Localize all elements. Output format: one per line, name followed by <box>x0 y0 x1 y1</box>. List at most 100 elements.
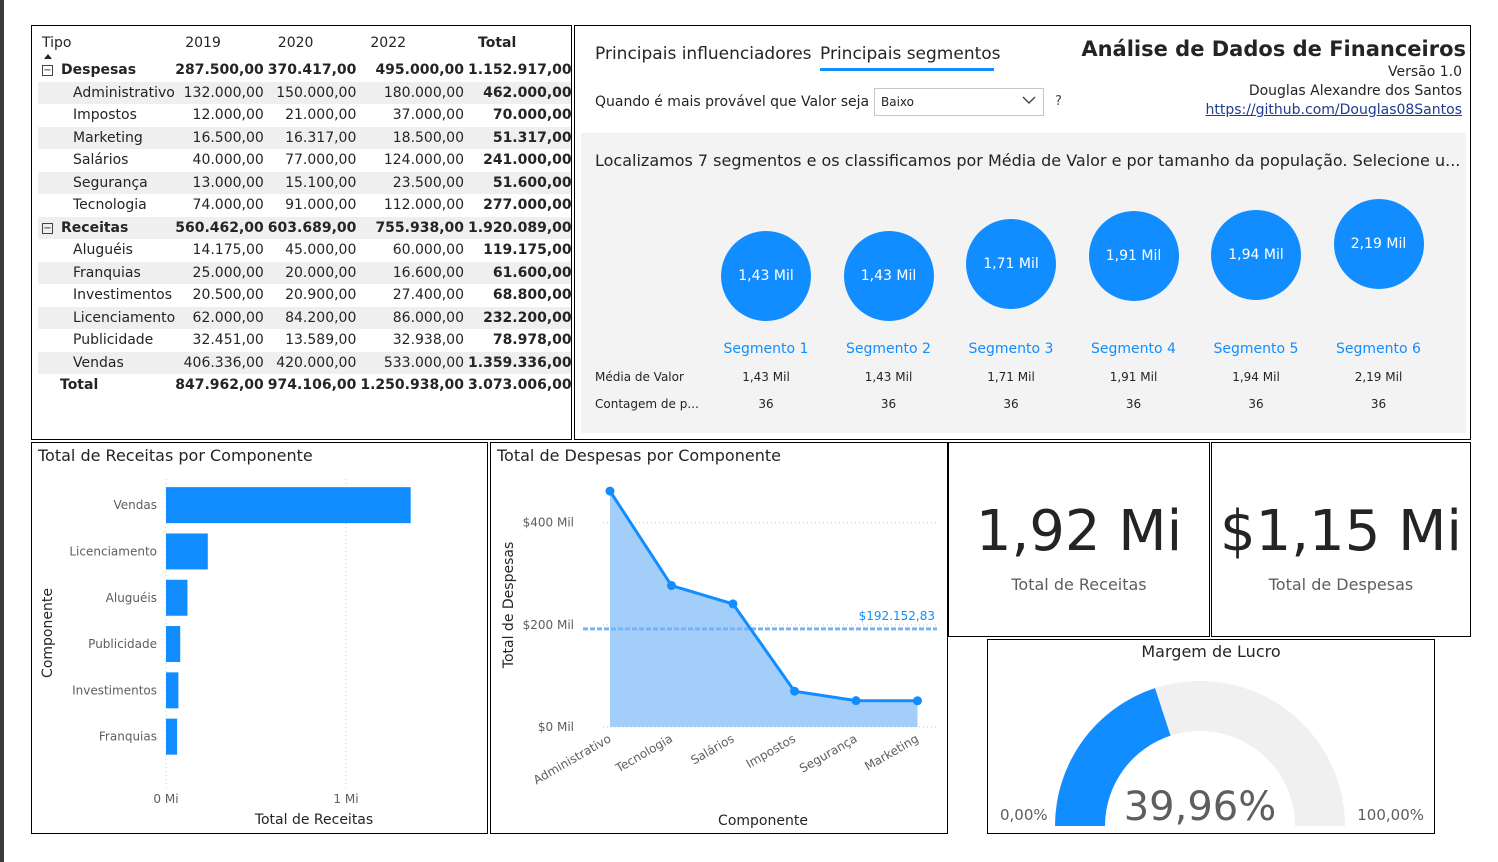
cell-value: 61.600,00 <box>468 261 571 284</box>
despesas-area-chart[interactable]: Total de Despesas por Componente $0 Mil $… <box>490 442 948 834</box>
column-header[interactable]: 2020 <box>268 33 361 59</box>
cell-value: 15.100,00 <box>267 171 361 194</box>
financial-matrix[interactable]: Tipo 2019 2020 2022 Total − Despesas 287.500,0… <box>31 25 572 440</box>
tab-principais-segmentos[interactable]: Principais segmentos <box>820 44 1001 64</box>
y-tick-label: Investimentos <box>72 683 157 697</box>
segment-name[interactable]: Segmento 6 <box>1324 341 1434 357</box>
bar[interactable] <box>166 533 208 570</box>
collapse-icon[interactable]: − <box>42 65 53 77</box>
data-point[interactable] <box>913 696 922 706</box>
row-label: Investimentos <box>73 287 173 304</box>
segment-name[interactable]: Segmento 2 <box>834 341 944 357</box>
row-header: Aluguéis <box>38 239 175 262</box>
table-row[interactable]: Administrativo 132.000,00 150.000,00 180.00… <box>38 81 571 104</box>
margem-lucro-gauge[interactable]: Margem de Lucro 39,96% 0,00% 100,00% <box>987 639 1435 834</box>
table-row[interactable]: Impostos 12.000,00 21.000,00 37.000,00 70.00… <box>38 104 571 127</box>
column-header[interactable]: Total <box>468 33 571 59</box>
table-row[interactable]: Licenciamento 62.000,00 84.200,00 86.000,00… <box>38 306 571 329</box>
segment-name[interactable]: Segmento 4 <box>1079 341 1189 357</box>
column-header[interactable]: 2022 <box>360 33 468 59</box>
tab-principais-influenciadores[interactable]: Principais influenciadores <box>595 44 812 64</box>
cell-value: 84.200,00 <box>267 306 361 329</box>
segment-bubble[interactable]: 2,19 Mil <box>1333 199 1424 289</box>
segment-bubble[interactable]: 1,71 Mil <box>966 219 1056 310</box>
table-row[interactable]: Tecnologia 74.000,00 91.000,00 112.000,00 27… <box>38 194 571 217</box>
row-label: Tecnologia <box>73 197 147 214</box>
bar[interactable] <box>166 718 178 755</box>
segment-bubble[interactable]: 1,91 Mil <box>1088 210 1179 301</box>
window-edge <box>0 0 4 862</box>
segment-name[interactable]: Segmento 3 <box>956 341 1066 357</box>
receitas-bar-chart[interactable]: Total de Receitas por Componente 0 Mi 1 M… <box>31 442 488 834</box>
cell-value: 20.000,00 <box>267 261 361 284</box>
question-label: Quando é mais provável que Valor seja <box>595 94 870 110</box>
gauge-plot: 39,96% 0,00% 100,00% <box>1000 681 1424 830</box>
cell-value: 560.462,00 <box>175 216 268 239</box>
cell-value: 119.175,00 <box>483 242 572 259</box>
x-tick-label: Segurança <box>797 731 859 775</box>
cell-value: 91.000,00 <box>285 197 357 214</box>
value-dropdown-selected: Baixo <box>881 95 914 109</box>
matrix-group-row[interactable]: − Despesas 287.500,00 370.417,00 495.000,00 1… <box>38 59 571 82</box>
bar[interactable] <box>166 579 188 616</box>
table-row[interactable]: Publicidade 32.451,00 13.589,00 32.938,00 78… <box>38 329 571 352</box>
cell-value: 974.106,00 <box>267 377 357 394</box>
segment-name[interactable]: Segmento 5 <box>1201 341 1311 357</box>
table-row[interactable]: Investimentos 20.500,00 20.900,00 27.400,00… <box>38 284 571 307</box>
y-tick-label: Franquias <box>99 730 157 744</box>
data-point[interactable] <box>728 599 738 609</box>
cell-value: 77.000,00 <box>285 152 357 169</box>
segment-bubble-label: 1,43 Mil <box>860 268 917 284</box>
bar[interactable] <box>166 672 179 709</box>
help-icon[interactable]: ? <box>1055 94 1062 109</box>
chevron-down-icon <box>1022 96 1036 104</box>
cell-value: 180.000,00 <box>360 81 469 104</box>
matrix-group-row[interactable]: − Receitas 560.462,00 603.689,00 755.938,00 1… <box>38 216 571 239</box>
table-row[interactable]: Total 847.962,00 974.106,00 1.250.938,00 3.0… <box>38 374 571 397</box>
value-dropdown[interactable]: Baixo <box>874 88 1044 116</box>
y-tick-label: $400 Mil <box>523 516 574 530</box>
row-label: Publicidade <box>73 332 154 349</box>
bar[interactable] <box>166 626 181 663</box>
cell-value: 37.000,00 <box>392 107 465 124</box>
cell-value: 603.689,00 <box>267 216 361 239</box>
cell-value: 25.000,00 <box>175 261 268 284</box>
segment-count: 36 <box>880 397 897 411</box>
column-header[interactable]: 2019 <box>175 33 268 59</box>
segment-bubble[interactable]: 1,43 Mil <box>843 231 934 321</box>
bar[interactable] <box>166 487 411 524</box>
collapse-icon[interactable]: − <box>42 222 53 234</box>
data-point[interactable] <box>605 486 615 496</box>
cell-value: 20.500,00 <box>192 287 264 304</box>
x-tick-label: 0 Mi <box>153 792 178 806</box>
segment-count: 36 <box>1125 397 1142 411</box>
segment-bubble-label: 1,94 Mil <box>1228 246 1284 263</box>
table-row[interactable]: Franquias 25.000,00 20.000,00 16.600,00 61.6… <box>38 261 571 284</box>
cell-value: 62.000,00 <box>175 306 268 329</box>
segment-bubble[interactable]: 1,94 Mil <box>1211 209 1301 300</box>
cell-value: 74.000,00 <box>192 197 264 214</box>
table-row[interactable]: Aluguéis 14.175,00 45.000,00 60.000,00 119.1… <box>38 239 572 262</box>
cell-value: 18.500,00 <box>360 126 469 149</box>
segment-bubble[interactable]: 1,43 Mil <box>721 231 811 321</box>
cell-value: 32.451,00 <box>192 332 264 349</box>
column-header[interactable]: Tipo <box>38 33 175 59</box>
table-row[interactable]: Marketing 16.500,00 16.317,00 18.500,00 51.3… <box>38 126 571 149</box>
dashboard-author: Douglas Alexandre dos Santos <box>1248 83 1462 99</box>
dashboard-version: Versão 1.0 <box>1387 64 1462 80</box>
data-point[interactable] <box>851 696 861 706</box>
cell-value: 60.000,00 <box>392 242 465 259</box>
data-point[interactable] <box>667 581 676 591</box>
github-link[interactable]: https://github.com/Douglas08Santos <box>1205 102 1462 118</box>
table-row[interactable]: Segurança 13.000,00 15.100,00 23.500,00 51.6… <box>38 171 571 194</box>
segment-count: 36 <box>1003 397 1019 411</box>
table-row[interactable]: Salários 40.000,00 77.000,00 124.000,00 241.… <box>38 149 571 172</box>
table-row[interactable]: Vendas 406.336,00 420.000,00 533.000,00 1.35… <box>38 351 571 374</box>
data-point[interactable] <box>790 686 799 696</box>
segment-mean-value: 2,19 Mil <box>1354 370 1403 384</box>
cell-value: 287.500,00 <box>175 62 264 79</box>
segment-bubble-label: 2,19 Mil <box>1350 236 1407 252</box>
cell-value: 20.900,00 <box>285 287 357 304</box>
segments-area: Localizamos 7 segmentos e os classificam… <box>581 133 1466 433</box>
segment-name[interactable]: Segmento 1 <box>711 341 821 357</box>
